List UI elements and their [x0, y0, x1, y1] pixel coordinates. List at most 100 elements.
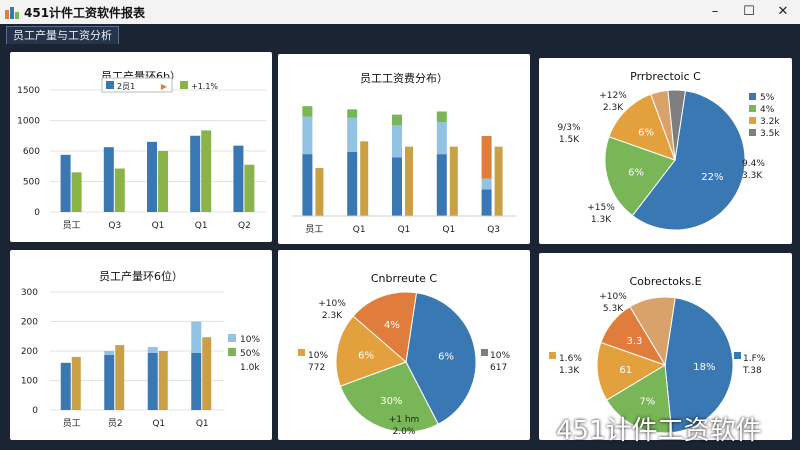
tab-report[interactable]: 员工产量与工资分析 — [6, 26, 119, 44]
legend-label: +1.1% — [191, 82, 218, 91]
bar-segment — [436, 154, 447, 216]
chart-panel-wage-distribution: 员工工资费分布） 员工 Q1 Q1 Q1 Q3 — [278, 54, 530, 244]
legend-swatch — [749, 117, 756, 124]
chart-svg: 6% 30% 6% 4% +10% 2.3K 10% 772 +1 hm 2.0% 10% 617 — [298, 291, 510, 437]
x-tick-label: Q1 — [442, 225, 455, 235]
legend-label: 4% — [760, 105, 775, 115]
callout-label: +10% — [318, 299, 346, 309]
bar — [147, 352, 158, 410]
y-tick-label: 100 — [21, 377, 38, 387]
slice-label: 6% — [628, 168, 644, 179]
x-tick-label: Q1 — [152, 419, 165, 429]
slice-label: 6% — [438, 351, 454, 362]
chart-panel-pie-2: Cnbrreute C 6% 30% 6% 4% +10% 2.3K 10% 772 +1 hm 2… — [278, 250, 530, 440]
watermark-text: 451计件工资软件 — [556, 416, 762, 446]
x-tick-label: 员工 — [63, 220, 81, 231]
slice-label: 61 — [619, 365, 632, 376]
bar — [71, 172, 82, 212]
chart-svg: 300 200 200 100 0 员工 员2 Q1 Q1 10% 50% 1.0k — [21, 288, 261, 429]
x-tick-label: Q1 — [195, 221, 208, 231]
bar-segment — [392, 157, 402, 216]
callout-value: 2.3K — [603, 103, 624, 113]
window-title: 451计件工资软件报表 — [24, 6, 146, 20]
callout-swatch — [549, 352, 556, 359]
bar — [244, 164, 255, 212]
chart-svg: 1500 1000 600 500 0 员工 Q3 Q1 Q1 Q2 2员1 ▶ +1.1% — [17, 77, 266, 231]
y-tick-label: 0 — [32, 406, 38, 416]
x-tick-label: 员2 — [108, 418, 123, 429]
bar — [315, 168, 324, 216]
slice-label: 22% — [701, 172, 723, 183]
callout-label: +12% — [599, 91, 627, 101]
x-tick-label: 员工 — [305, 224, 323, 235]
callout-value: 1.3K — [591, 215, 612, 225]
slice-label: 3.3 — [626, 336, 642, 347]
x-tick-label: Q2 — [238, 221, 251, 231]
callout-label: 9.4% — [742, 159, 765, 169]
x-tick-label: Q3 — [487, 225, 500, 235]
legend-swatch — [228, 348, 236, 356]
callout-swatch — [481, 349, 488, 356]
bar — [60, 362, 71, 410]
callout-swatch — [733, 157, 740, 164]
legend-label: 50% — [240, 349, 260, 359]
close-button[interactable]: ✕ — [768, 2, 798, 22]
legend-swatch — [228, 334, 236, 342]
callout-label: 1.6% — [559, 354, 582, 364]
y-tick-label: 500 — [23, 178, 40, 188]
bar — [449, 146, 458, 216]
legend-label: 1.0k — [240, 363, 260, 373]
bar-segment — [392, 125, 402, 158]
x-tick-label: Q1 — [398, 225, 411, 235]
x-tick-label: Q1 — [196, 419, 209, 429]
bar — [494, 146, 503, 216]
legend-swatch — [749, 93, 756, 100]
legend-label: 5% — [760, 93, 775, 103]
bar — [405, 146, 413, 216]
callout-label: 10% — [308, 351, 328, 361]
bar-segment — [147, 347, 158, 353]
y-tick-label: 0 — [34, 208, 40, 218]
bar — [158, 151, 168, 212]
legend-marker: ▶ — [161, 82, 168, 91]
legend-swatch — [106, 81, 114, 89]
slice-label: 30% — [380, 396, 402, 407]
callout-value: 5.3K — [603, 304, 624, 314]
bar — [114, 168, 125, 212]
bar — [201, 130, 212, 212]
bar-segment — [347, 109, 358, 118]
bar — [202, 337, 212, 410]
bar — [60, 154, 71, 212]
maximize-button[interactable]: ☐ — [734, 2, 764, 22]
bar — [115, 345, 125, 410]
x-tick-label: Q3 — [108, 221, 121, 231]
bar-segment — [481, 189, 492, 216]
callout-value: 2.0% — [393, 427, 416, 437]
slice-label: 6% — [358, 351, 374, 362]
y-tick-label: 1500 — [17, 86, 40, 96]
y-tick-label: 1000 — [17, 117, 40, 127]
bar — [158, 351, 168, 410]
y-tick-label: 600 — [23, 147, 40, 157]
x-tick-label: Q1 — [152, 221, 165, 231]
legend-swatch — [749, 105, 756, 112]
app-icon — [5, 7, 19, 19]
bar-segment — [347, 152, 358, 216]
slice-label: 4% — [384, 320, 400, 331]
bar — [360, 141, 369, 216]
bar — [71, 356, 81, 410]
callout-value: 617 — [490, 363, 507, 373]
callout-swatch — [734, 352, 741, 359]
minimize-button[interactable]: – — [700, 2, 730, 22]
bar-segment — [347, 117, 358, 152]
legend-label: 10% — [240, 335, 260, 345]
callout-label: 9/3% — [557, 123, 580, 133]
legend-label: 2员1 — [117, 82, 135, 91]
callout-value: 772 — [308, 363, 325, 373]
chart-panel-output-1: 员工产量环6b） 1500 1000 600 500 0 员工 Q3 Q1 Q1 Q2 2员1 ▶ +1.… — [10, 52, 272, 242]
bar — [103, 147, 114, 212]
y-tick-label: 200 — [21, 318, 38, 328]
x-tick-label: Q1 — [353, 225, 366, 235]
bar-segment — [392, 114, 402, 126]
bar-segment — [481, 136, 492, 179]
